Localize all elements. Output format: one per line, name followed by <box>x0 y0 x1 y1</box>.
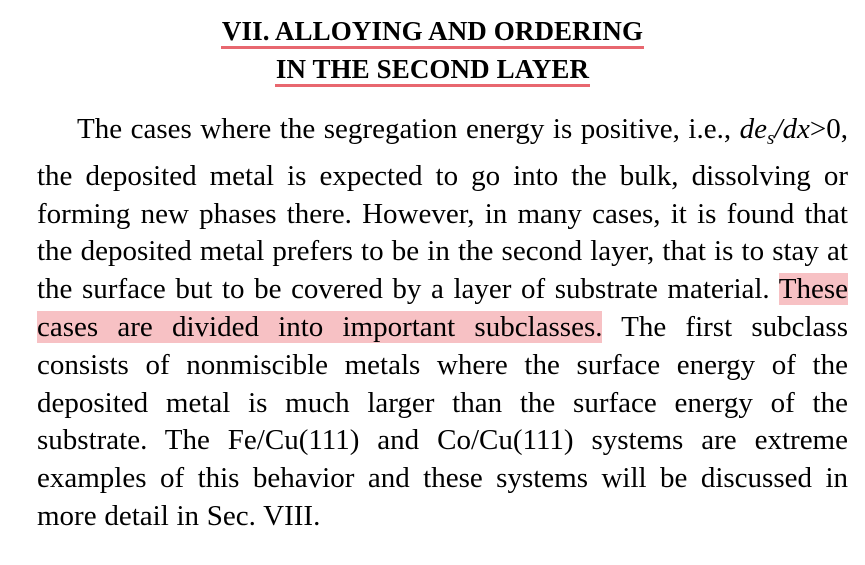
section-heading-line-1: VII. ALLOYING AND ORDERING <box>0 12 865 50</box>
paragraph-text-part-1: The cases where the segregation energy i… <box>77 113 740 145</box>
section-heading-line-2: IN THE SECOND LAYER <box>0 50 865 88</box>
inline-math-derivative: des/dx>0 <box>739 113 841 149</box>
math-d: de <box>739 113 768 145</box>
math-denominator: /dx <box>774 113 810 145</box>
body-paragraph: The cases where the segregation energy i… <box>37 111 848 536</box>
section-heading-text-1: VII. ALLOYING AND ORDERING <box>220 16 645 49</box>
section-heading-text-2: IN THE SECOND LAYER <box>274 54 591 87</box>
math-inequality: >0 <box>809 113 841 145</box>
section-heading: VII. ALLOYING AND ORDERING IN THE SECOND… <box>0 12 865 88</box>
paragraph-text-part-3: The first subclass consists of nonmiscib… <box>37 310 848 532</box>
